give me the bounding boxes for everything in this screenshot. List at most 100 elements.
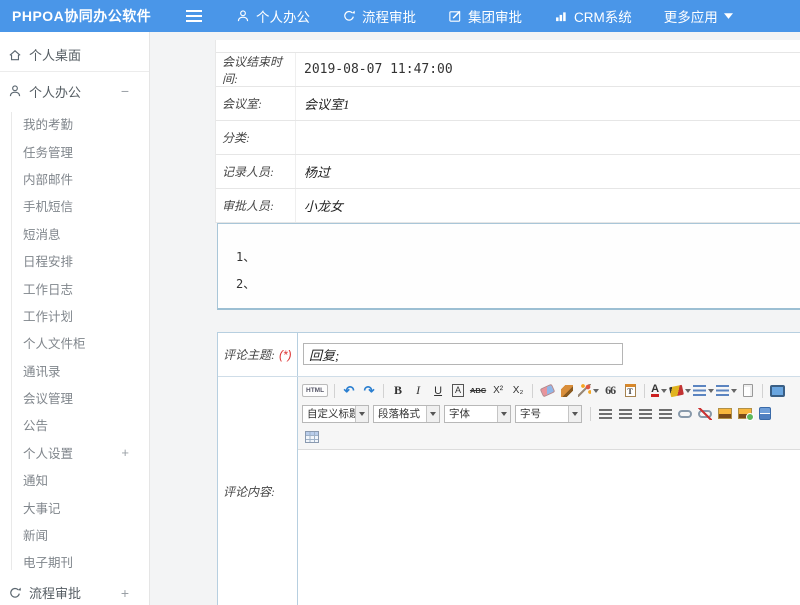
select-value: 段落格式	[374, 406, 426, 421]
person-icon	[236, 9, 250, 23]
blockquote-icon[interactable]: 66	[601, 382, 619, 400]
caret-down-icon	[497, 406, 510, 422]
comment-subject-input[interactable]	[303, 343, 623, 365]
sidebar-item[interactable]: 新闻	[0, 521, 149, 548]
sidebar-item-label: 内部邮件	[23, 169, 73, 188]
insert-media-icon[interactable]	[756, 405, 774, 423]
redo-icon[interactable]: ↷	[360, 382, 378, 400]
collapse-toggle[interactable]: −	[121, 83, 129, 99]
field-value-cell: 小龙女	[296, 189, 800, 222]
bold-icon[interactable]: B	[389, 382, 407, 400]
app-window: PHPOA协同办公软件 个人办公 流程审批 集团审批 CRM系统 更多应用 个人桌面 个…	[0, 0, 800, 605]
nav-item-workflow-approval[interactable]: 流程审批	[342, 6, 416, 26]
paste-text-icon[interactable]: T	[621, 382, 639, 400]
sidebar-item[interactable]: 电子期刊	[0, 548, 149, 575]
sidebar-item[interactable]: 通讯录	[0, 357, 149, 384]
sidebar-item[interactable]: 内部邮件	[0, 165, 149, 192]
nav-item-more-apps[interactable]: 更多应用	[664, 6, 733, 26]
sidebar-item[interactable]: 手机短信	[0, 192, 149, 219]
unordered-list-icon[interactable]	[716, 382, 737, 400]
new-page-icon[interactable]	[739, 382, 757, 400]
field-label-cell: 会议结束时间:	[216, 53, 296, 86]
app-logo: PHPOA协同办公软件	[0, 6, 186, 26]
highlight-color-icon[interactable]	[670, 382, 691, 400]
sidebar: 个人桌面 个人办公 − 我的考勤任务管理内部邮件手机短信短消息日程安排工作日志工…	[0, 32, 150, 605]
align-center-icon[interactable]	[616, 405, 634, 423]
expand-toggle[interactable]: +	[121, 585, 129, 601]
sidebar-item-label: 公告	[23, 415, 48, 434]
person-icon	[8, 84, 22, 98]
sidebar-item-label: 日程安排	[23, 251, 73, 270]
align-justify-icon[interactable]	[656, 405, 674, 423]
nav-item-personal-office[interactable]: 个人办公	[236, 6, 310, 26]
nav-item-label: 个人办公	[256, 6, 310, 26]
eraser-icon[interactable]	[538, 382, 556, 400]
sidebar-section-workflow-approval[interactable]: 流程审批 +	[0, 576, 149, 605]
sidebar-item[interactable]: 工作日志	[0, 274, 149, 301]
sidebar-item[interactable]: 工作计划	[0, 302, 149, 329]
ordered-list-icon[interactable]	[693, 382, 714, 400]
sidebar-item[interactable]: 我的考勤	[0, 110, 149, 137]
align-right-icon[interactable]	[636, 405, 654, 423]
sidebar-item[interactable]: 短消息	[0, 220, 149, 247]
toolbar-divider	[532, 384, 533, 398]
sidebar-item-desktop[interactable]: 个人桌面	[0, 38, 149, 72]
fullscreen-icon[interactable]	[768, 382, 786, 400]
field-label: 会议室:	[222, 95, 262, 112]
align-left-icon[interactable]	[596, 405, 614, 423]
form-row: 分类:	[216, 121, 800, 155]
comment-subject-input-cell	[298, 333, 800, 376]
auto-typeset-icon[interactable]	[578, 382, 599, 400]
sidebar-item[interactable]: 个人文件柜	[0, 329, 149, 356]
comment-subject-row: 评论主题: (*)	[218, 333, 800, 377]
toolbar-row-3	[302, 425, 796, 448]
sidebar-item[interactable]: 任务管理	[0, 137, 149, 164]
superscript-icon[interactable]: X²	[489, 382, 507, 400]
comment-content-label: 评论内容:	[223, 483, 275, 500]
remove-link-icon[interactable]	[696, 405, 714, 423]
comment-content-label-cell: 评论内容:	[218, 377, 298, 605]
sidebar-item[interactable]: 会议管理	[0, 384, 149, 411]
field-value: 杨过	[304, 162, 330, 181]
editor-content[interactable]	[298, 450, 800, 605]
insert-link-icon[interactable]	[676, 405, 694, 423]
sidebar-item[interactable]: 大事记	[0, 493, 149, 520]
heading-select[interactable]: 自定义标题	[302, 405, 369, 423]
screenshot-icon[interactable]	[736, 405, 754, 423]
toolbar-divider	[590, 407, 591, 421]
field-label-cell: 审批人员:	[216, 189, 296, 222]
insert-table-icon[interactable]	[303, 428, 321, 446]
toolbar-divider	[383, 384, 384, 398]
field-value: 会议室1	[304, 94, 350, 113]
nav-item-crm-system[interactable]: CRM系统	[554, 6, 632, 26]
size-select[interactable]: 字号	[515, 405, 582, 423]
expand-toggle[interactable]: +	[121, 445, 129, 460]
font-color-icon[interactable]: A	[650, 382, 668, 400]
insert-image-icon[interactable]	[716, 405, 734, 423]
font-select[interactable]: 字体	[444, 405, 511, 423]
hamburger-menu-icon[interactable]	[186, 10, 202, 22]
toolbar-row-2: 自定义标题段落格式 字体字号	[302, 402, 796, 425]
sidebar-item-label: 个人桌面	[29, 45, 81, 64]
strikethrough-icon[interactable]: ABC	[469, 382, 487, 400]
source-code-button[interactable]: HTML	[302, 384, 328, 397]
font-style-box-icon[interactable]: A	[449, 382, 467, 400]
undo-icon[interactable]: ↶	[340, 382, 358, 400]
nav-item-group-approval[interactable]: 集团审批	[448, 6, 522, 26]
format-brush-icon[interactable]	[558, 382, 576, 400]
bar-chart-icon	[554, 9, 568, 23]
meeting-content-box: 1、2、	[217, 223, 800, 310]
subscript-icon[interactable]: X₂	[509, 382, 527, 400]
paragraph-select[interactable]: 段落格式	[373, 405, 440, 423]
compose-icon	[448, 9, 462, 23]
toolbar-divider	[762, 384, 763, 398]
italic-icon[interactable]: I	[409, 382, 427, 400]
underline-icon[interactable]: U	[429, 382, 447, 400]
sidebar-item[interactable]: 通知	[0, 466, 149, 493]
field-label-cell: 会议室:	[216, 87, 296, 120]
sidebar-item[interactable]: 日程安排	[0, 247, 149, 274]
sidebar-section-personal-office[interactable]: 个人办公 −	[0, 72, 149, 110]
sidebar-item[interactable]: 个人设置+	[0, 439, 149, 466]
sidebar-item-label: 我的考勤	[23, 114, 73, 133]
sidebar-item[interactable]: 公告	[0, 411, 149, 438]
